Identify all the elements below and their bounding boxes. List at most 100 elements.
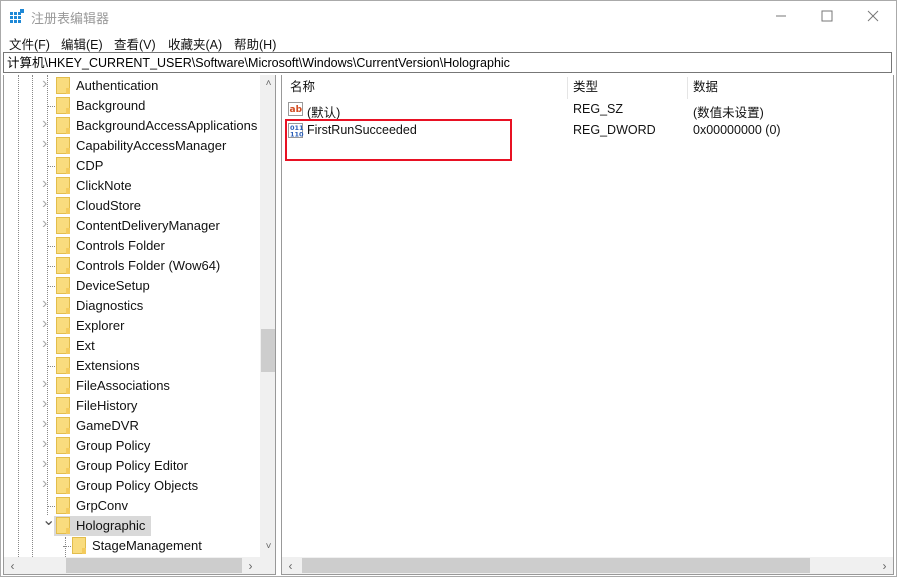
title-bar: 注册表编辑器 xyxy=(1,1,896,31)
value-data: 0x00000000 (0) xyxy=(693,123,781,137)
highlight-annotation-box xyxy=(285,119,512,161)
folder-icon xyxy=(56,357,70,374)
tree-vertical-scrollbar[interactable]: ˄ ˅ xyxy=(260,75,275,557)
folder-icon xyxy=(56,257,70,274)
tree-connector xyxy=(47,266,55,267)
tree-item[interactable]: › Group Policy Editor xyxy=(4,455,260,476)
scroll-right-icon[interactable]: › xyxy=(876,559,893,573)
tree-item-label: Controls Folder xyxy=(76,238,165,253)
tree-connector xyxy=(47,106,55,107)
chevron-right-icon[interactable]: › xyxy=(42,195,52,212)
list-horizontal-scrollbar[interactable]: ‹ › xyxy=(282,557,893,574)
chevron-right-icon[interactable]: › xyxy=(42,215,52,232)
scroll-down-icon[interactable]: ˅ xyxy=(260,541,275,552)
menu-favorites[interactable]: 收藏夹(A) xyxy=(168,34,222,53)
minimize-button[interactable] xyxy=(758,1,804,31)
tree-item-label: BackgroundAccessApplications xyxy=(76,118,258,133)
chevron-right-icon[interactable]: › xyxy=(42,435,52,452)
chevron-right-icon[interactable]: › xyxy=(42,115,52,132)
chevron-right-icon[interactable]: › xyxy=(42,455,52,472)
tree-item-label: Group Policy Objects xyxy=(76,478,199,493)
chevron-right-icon[interactable]: › xyxy=(42,175,52,192)
menu-help[interactable]: 帮助(H) xyxy=(234,34,276,53)
maximize-button[interactable] xyxy=(804,1,850,31)
tree-item[interactable]: › ClickNote xyxy=(4,175,260,196)
tree-item[interactable]: DeviceSetup xyxy=(4,276,260,296)
chevron-right-icon[interactable]: › xyxy=(42,475,52,492)
folder-icon xyxy=(56,437,70,454)
tree-item[interactable]: › ContentDeliveryManager xyxy=(4,215,260,236)
tree-item[interactable]: CDP xyxy=(4,156,260,176)
scroll-left-icon[interactable]: ‹ xyxy=(282,559,299,573)
tree-item-label: DeviceSetup xyxy=(76,278,150,293)
tree-item-label: Extensions xyxy=(76,358,140,373)
scroll-left-icon[interactable]: ‹ xyxy=(4,559,21,573)
tree-item[interactable]: › BackgroundAccessApplications xyxy=(4,115,260,136)
tree-item[interactable]: › Group Policy xyxy=(4,435,260,456)
chevron-right-icon[interactable]: › xyxy=(42,415,52,432)
chevron-down-icon[interactable]: ⌄ xyxy=(42,510,55,529)
values-list[interactable]: 名称 类型 数据 ab (默认) REG_SZ (数值未设置) 011 110 … xyxy=(281,75,894,575)
tree-item[interactable]: ⌄ Holographic xyxy=(4,512,260,536)
chevron-right-icon[interactable]: › xyxy=(42,135,52,152)
tree-item[interactable]: › GameDVR xyxy=(4,415,260,436)
tree-item[interactable]: Background xyxy=(4,96,260,116)
tree-item[interactable]: › Ext xyxy=(4,335,260,356)
tree-item[interactable]: Controls Folder xyxy=(4,236,260,256)
tree-item[interactable]: › FileAssociations xyxy=(4,375,260,396)
tree-vscroll-thumb[interactable] xyxy=(261,329,275,372)
folder-icon xyxy=(56,177,70,194)
value-type: REG_SZ xyxy=(573,102,624,116)
column-header-type[interactable]: 类型 xyxy=(573,75,598,99)
folder-icon xyxy=(56,97,70,114)
scrollbar-corner xyxy=(260,557,275,574)
chevron-right-icon[interactable]: › xyxy=(42,335,52,352)
folder-icon xyxy=(56,397,70,414)
address-bar[interactable]: 计算机\HKEY_CURRENT_USER\Software\Microsoft… xyxy=(3,52,892,73)
tree-horizontal-scrollbar[interactable]: ‹ › xyxy=(4,557,260,574)
tree-item-label: Group Policy xyxy=(76,438,151,453)
folder-icon xyxy=(56,117,70,134)
tree-item-label: ContentDeliveryManager xyxy=(76,218,220,233)
chevron-right-icon[interactable]: › xyxy=(42,395,52,412)
chevron-right-icon[interactable]: › xyxy=(42,295,52,312)
tree-connector xyxy=(63,546,71,547)
column-divider[interactable] xyxy=(567,77,568,99)
tree-item[interactable]: › FileHistory xyxy=(4,395,260,416)
close-button[interactable] xyxy=(850,1,896,31)
tree-item[interactable]: › Authentication xyxy=(4,75,260,96)
column-header-data[interactable]: 数据 xyxy=(693,75,718,99)
scroll-right-icon[interactable]: › xyxy=(242,559,259,573)
tree-item[interactable]: › CapabilityAccessManager xyxy=(4,135,260,156)
close-icon xyxy=(867,10,879,22)
minimize-icon xyxy=(776,15,786,17)
menu-view[interactable]: 查看(V) xyxy=(114,34,156,53)
menu-edit[interactable]: 编辑(E) xyxy=(61,34,103,53)
list-hscroll-thumb[interactable] xyxy=(302,558,810,573)
tree-item[interactable]: Extensions xyxy=(4,356,260,376)
column-divider[interactable] xyxy=(687,77,688,99)
tree-item[interactable]: › Explorer xyxy=(4,315,260,336)
folder-icon xyxy=(56,377,70,394)
folder-icon xyxy=(56,417,70,434)
tree-item[interactable]: › Diagnostics xyxy=(4,295,260,316)
tree-item[interactable]: StageManagement xyxy=(4,536,260,556)
tree-item-label: Holographic xyxy=(76,518,146,533)
tree-item-label: GrpConv xyxy=(76,498,129,513)
column-header-name[interactable]: 名称 xyxy=(290,75,315,99)
chevron-right-icon[interactable]: › xyxy=(42,375,52,392)
tree-hscroll-thumb[interactable] xyxy=(66,558,242,573)
chevron-right-icon[interactable]: › xyxy=(42,75,52,92)
tree-item[interactable]: › CloudStore xyxy=(4,195,260,216)
tree-item-label: CDP xyxy=(76,158,104,173)
scroll-up-icon[interactable]: ˄ xyxy=(260,78,275,89)
tree-item[interactable]: Controls Folder (Wow64) xyxy=(4,256,260,276)
menu-file[interactable]: 文件(F) xyxy=(9,34,50,53)
key-tree[interactable]: › Authentication Background › BackgroundAcce… xyxy=(3,75,276,575)
value-type: REG_DWORD xyxy=(573,123,656,137)
folder-icon xyxy=(56,197,70,214)
tree-item-label: Ext xyxy=(76,338,95,353)
chevron-right-icon[interactable]: › xyxy=(42,315,52,332)
tree-item[interactable]: › Group Policy Objects xyxy=(4,475,260,496)
value-row[interactable]: ab (默认) REG_SZ (数值未设置) xyxy=(282,100,893,121)
